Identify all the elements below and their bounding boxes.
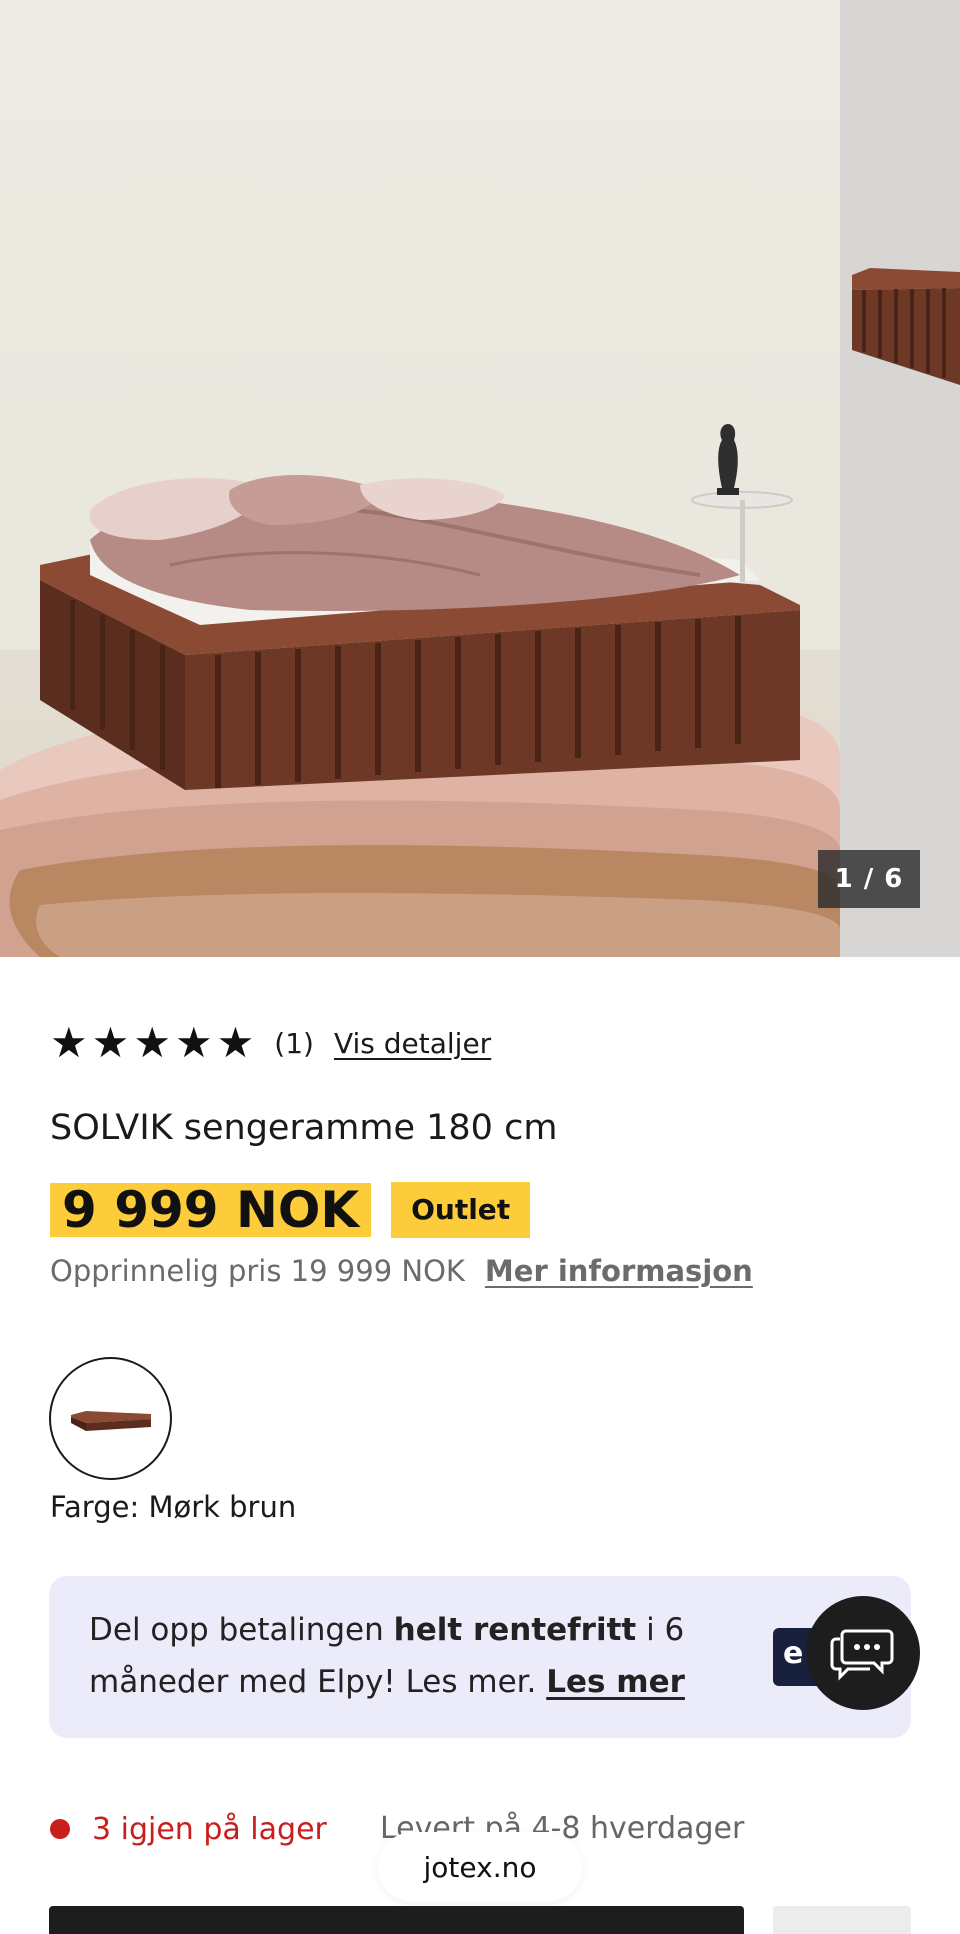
stock-text: 3 igjen på lager [92, 1811, 327, 1847]
view-details-link[interactable]: Vis detaljer [334, 1027, 491, 1060]
color-swatch-dark-brown[interactable] [49, 1357, 172, 1480]
payment-text: Del opp betalingen helt rentefritt i 6 m… [89, 1612, 685, 1700]
image-counter: 1 / 6 [818, 850, 920, 908]
add-to-cart-button[interactable] [49, 1906, 744, 1934]
chat-bubbles-icon [830, 1629, 894, 1681]
stock-status: 3 igjen på lager [50, 1808, 327, 1850]
original-price-row: Opprinnelig pris 19 999 NOK Mer informas… [50, 1254, 753, 1288]
outlet-badge: Outlet [391, 1182, 531, 1238]
product-image-main[interactable] [0, 0, 840, 957]
star-icon: ★ [91, 1018, 130, 1067]
star-icon: ★ [216, 1018, 255, 1067]
bed-photo [0, 0, 840, 957]
star-icon: ★ [174, 1018, 213, 1067]
payment-info-box[interactable]: Del opp betalingen helt rentefritt i 6 m… [49, 1576, 911, 1738]
color-label: Farge: Mørk brun [50, 1490, 297, 1524]
favorite-button[interactable] [773, 1906, 911, 1934]
star-icon: ★ [133, 1018, 171, 1067]
product-image-gallery[interactable]: 1 / 6 [0, 0, 960, 957]
product-image-next[interactable] [840, 0, 960, 957]
bed-photo-next [840, 0, 960, 957]
payment-read-more-link[interactable]: Les mer [546, 1664, 685, 1700]
star-rating: ★ ★ ★ ★ ★ [50, 1022, 254, 1064]
current-price: 9 999 NOK [50, 1183, 372, 1237]
review-count: (1) [274, 1026, 314, 1060]
more-info-link[interactable]: Mer informasjon [485, 1254, 753, 1288]
bed-thumbnail-icon [71, 1411, 151, 1431]
red-dot-icon [50, 1819, 70, 1839]
chat-button[interactable] [806, 1596, 920, 1710]
star-icon: ★ [50, 1018, 88, 1067]
price-row: 9 999 NOK Outlet [50, 1182, 531, 1238]
browser-url-pill[interactable]: jotex.no [378, 1832, 582, 1902]
product-title: SOLVIK sengeramme 180 cm [50, 1108, 558, 1148]
original-price: Opprinnelig pris 19 999 NOK [50, 1254, 465, 1288]
rating-row: ★ ★ ★ ★ ★ (1) Vis detaljer [50, 1020, 491, 1066]
